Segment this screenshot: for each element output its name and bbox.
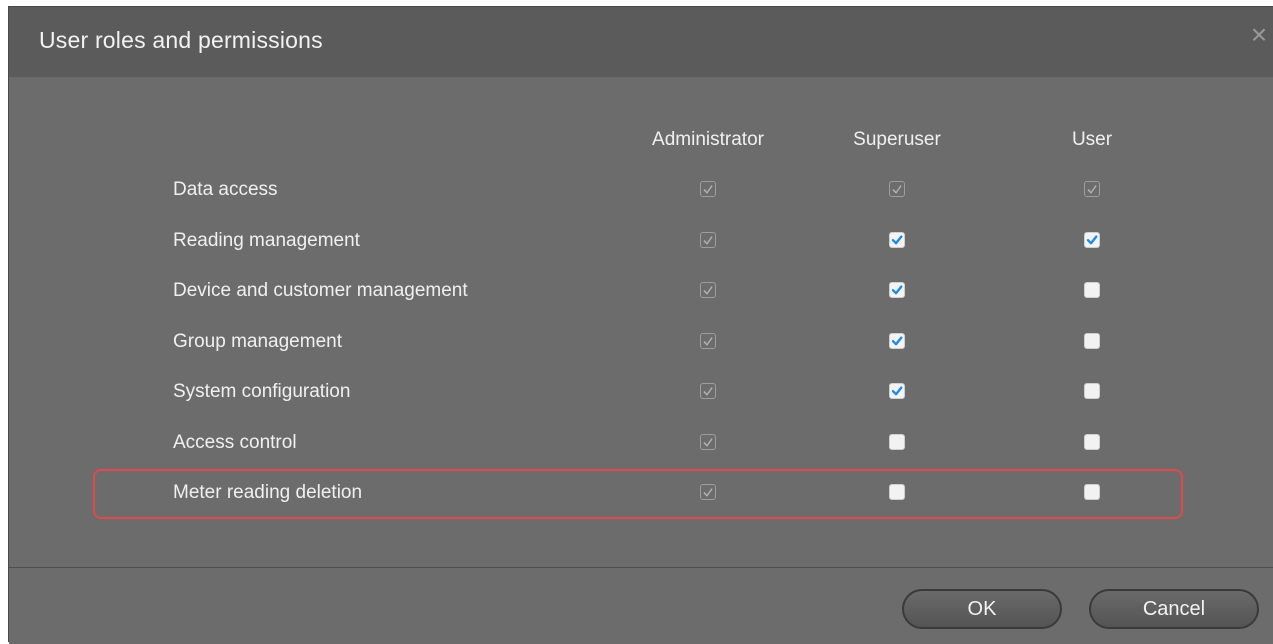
column-header-administrator: Administrator <box>652 129 764 150</box>
checkbox-superuser <box>889 181 905 197</box>
checkbox-user[interactable] <box>1084 231 1100 248</box>
checkbox-user[interactable] <box>1084 282 1100 298</box>
ok-button[interactable]: OK <box>902 589 1062 629</box>
cancel-button[interactable]: Cancel <box>1089 589 1259 629</box>
close-icon[interactable]: × <box>1247 21 1271 49</box>
permission-label: Device and customer management <box>173 280 468 301</box>
checkbox-superuser[interactable] <box>889 332 905 349</box>
permission-label: Access control <box>173 431 297 453</box>
column-header-user: User <box>1071 129 1113 150</box>
checkbox-administrator <box>700 231 716 248</box>
dialog-title: User roles and permissions <box>39 27 323 53</box>
permissions-dialog: User roles and permissions × Administrat… <box>8 6 1273 644</box>
permission-label: Reading management <box>173 229 360 251</box>
checkbox-administrator <box>700 282 716 298</box>
checkbox-administrator <box>700 383 716 399</box>
permissions-grid: Administrator Superuser User Data access… <box>9 77 1273 567</box>
checkbox-administrator <box>700 433 716 450</box>
permission-label: System configuration <box>173 381 351 402</box>
checkbox-administrator <box>700 332 716 349</box>
dialog-titlebar: User roles and permissions × <box>9 7 1273 78</box>
checkbox-user[interactable] <box>1084 433 1100 450</box>
checkbox-superuser[interactable] <box>889 282 905 298</box>
checkbox-superuser[interactable] <box>889 433 905 450</box>
checkbox-administrator <box>700 181 716 197</box>
checkbox-superuser[interactable] <box>889 383 905 399</box>
checkbox-superuser[interactable] <box>889 231 905 248</box>
permission-label: Data access <box>173 179 278 200</box>
checkbox-user[interactable] <box>1084 383 1100 399</box>
highlight-box <box>93 469 1183 519</box>
checkbox-user <box>1084 181 1100 197</box>
checkbox-user[interactable] <box>1084 332 1100 349</box>
dialog-footer: OK Cancel <box>9 567 1273 644</box>
column-header-superuser: Superuser <box>853 129 941 150</box>
permission-label: Group management <box>173 330 342 352</box>
